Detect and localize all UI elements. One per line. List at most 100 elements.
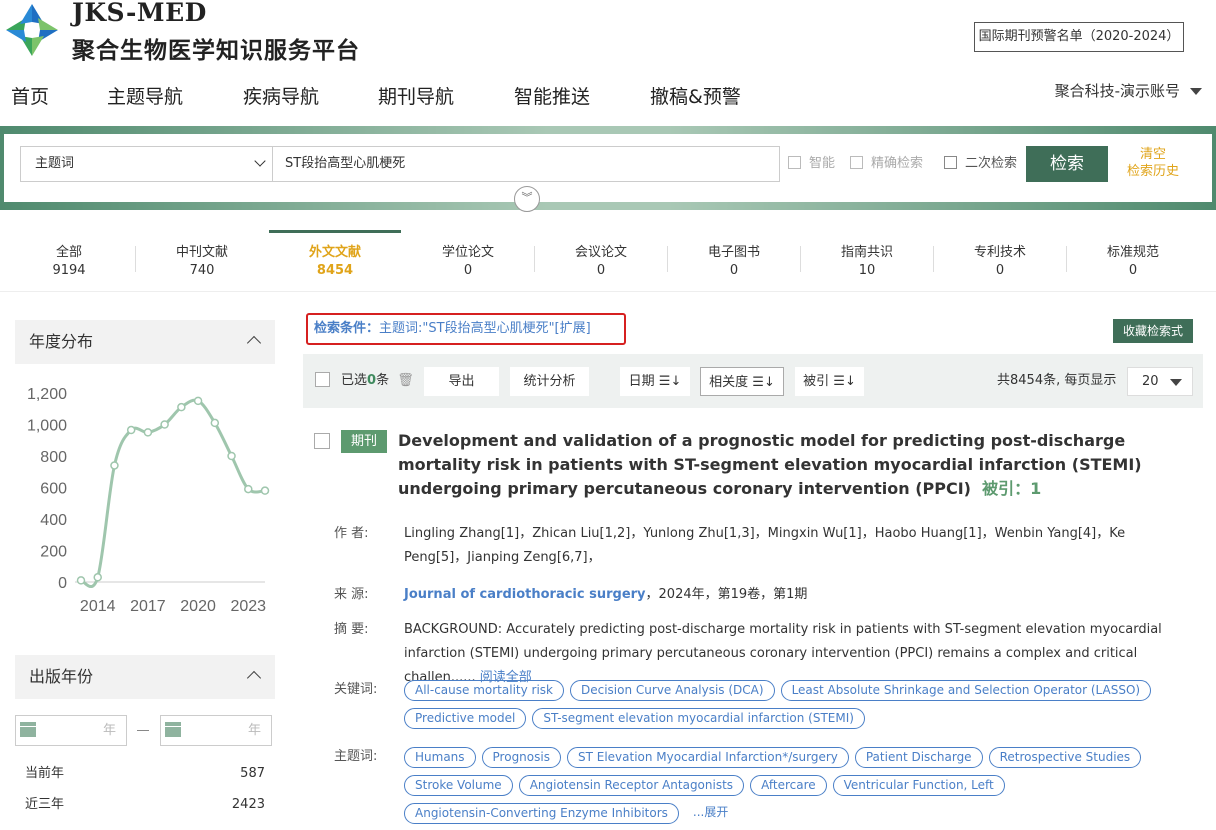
y-tick-label: 200 (40, 544, 67, 561)
tab-standards[interactable]: 标准规范 0 (1067, 230, 1199, 292)
abstract-label: 摘 要: (334, 622, 369, 637)
keyword-tag[interactable]: Least Absolute Shrinkage and Selection O… (780, 680, 1152, 701)
sort-cited-button[interactable]: 被引 ☰↓ (795, 367, 864, 396)
data-point (160, 420, 169, 429)
range-last-three-years[interactable]: 近三年 2423 (25, 796, 265, 814)
tab-guidelines[interactable]: 指南共识 10 (801, 230, 933, 292)
account-menu[interactable]: 聚合科技-演示账号 (1055, 80, 1202, 102)
publication-year-header[interactable]: 出版年份 (15, 655, 275, 699)
nav-journal[interactable]: 期刊导航 (378, 80, 454, 114)
checkbox-icon (788, 156, 801, 169)
selected-prefix: 已选 (341, 373, 368, 388)
expand-search-icon[interactable]: ︾ (514, 186, 540, 212)
subject-tag[interactable]: Humans (404, 747, 476, 768)
page-size-value: 20 (1142, 374, 1159, 389)
search-band: 主题词 ST段抬高型心肌梗死 智能 精确检索 二次检索 检索 清空 检索历史 ︾ (0, 126, 1216, 212)
option-smart-label: 智能 (809, 156, 836, 171)
condition-value: 主题词:"ST段抬高型心肌梗死"[扩展] (379, 321, 591, 336)
subject-tag[interactable]: Ventricular Function, Left (832, 775, 1005, 796)
save-query-button[interactable]: 收藏检索式 (1113, 319, 1193, 343)
tab-patents[interactable]: 专利技术 0 (934, 230, 1066, 292)
nav-topic[interactable]: 主题导航 (107, 80, 183, 114)
series-line (80, 398, 266, 588)
year-distribution-title: 年度分布 (29, 332, 94, 351)
sort-relevance-button[interactable]: 相关度 ☰↓ (700, 367, 784, 396)
journal-warning-list-button[interactable]: 国际期刊预警名单（2020-2024） (974, 22, 1184, 52)
x-tick-label: 2020 (180, 598, 216, 615)
keyword-tag[interactable]: Decision Curve Analysis (DCA) (570, 680, 775, 701)
option-smart[interactable]: 智能 (788, 154, 835, 174)
data-point (210, 418, 220, 428)
keyword-tag[interactable]: All-cause mortality risk (404, 680, 564, 701)
chevron-up-icon (246, 335, 262, 351)
subject-tag[interactable]: Angiotensin Receptor Antagonists (518, 775, 745, 796)
page-size-select[interactable]: 20 (1127, 367, 1193, 396)
year-distribution-chart: 0 200 400 600 800 1,000 1,200 2014 2017 2020 2023 (27, 386, 270, 615)
journal-link[interactable]: Journal of cardiothoracic surgery (404, 587, 646, 602)
search-field-value: 主题词 (35, 156, 75, 171)
subject-tag[interactable]: Prognosis (481, 747, 561, 768)
subject-tag[interactable]: Patient Discharge (854, 747, 983, 768)
select-all-checkbox[interactable] (315, 372, 330, 387)
tab-count: 9194 (52, 263, 86, 278)
tab-label: 专利技术 (973, 245, 1026, 260)
nav-home[interactable]: 首页 (11, 80, 49, 114)
tab-ebooks[interactable]: 电子图书 0 (668, 230, 800, 292)
calendar-icon (20, 722, 36, 737)
data-point (227, 451, 236, 461)
range-count: 587 (240, 766, 265, 781)
tab-chinese-journals[interactable]: 中刊文献 740 (136, 230, 268, 292)
option-exact[interactable]: 精确检索 (850, 154, 923, 174)
article-title[interactable]: Development and validation of a prognost… (398, 429, 1188, 501)
cited-count[interactable]: 被引：1 (982, 479, 1041, 498)
tab-label: 电子图书 (707, 245, 760, 260)
subject-tag[interactable]: Angiotensin-Converting Enzyme Inhibitors (404, 803, 679, 824)
caret-down-icon (1190, 88, 1202, 95)
year-from-input[interactable]: 年 (15, 715, 127, 746)
tab-divider (135, 246, 136, 272)
search-field-select[interactable]: 主题词 (20, 146, 272, 182)
brand-name-cn: 聚合生物医学知识服务平台 (72, 37, 360, 64)
subject-tag[interactable]: ST Elevation Myocardial Infarction*/surg… (566, 747, 849, 768)
article-checkbox[interactable] (314, 433, 330, 449)
keyword-tag[interactable]: ST-segment elevation myocardial infarcti… (532, 708, 865, 729)
caret-down-icon (1170, 379, 1182, 386)
search-button[interactable]: 检索 (1026, 146, 1108, 182)
range-current-year[interactable]: 当前年 587 (25, 765, 265, 783)
keyword-tag[interactable]: Predictive model (404, 708, 527, 729)
nav-disease[interactable]: 疾病导航 (243, 80, 319, 114)
subject-tag[interactable]: Retrospective Studies (988, 747, 1142, 768)
tab-count: 740 (189, 263, 215, 278)
tab-count: 0 (729, 263, 739, 278)
tab-conference[interactable]: 会议论文 0 (535, 230, 667, 292)
nav-smart-push[interactable]: 智能推送 (514, 80, 590, 114)
source: Journal of cardiothoracic surgery，2024年，… (404, 583, 1190, 607)
search-input[interactable]: ST段抬高型心肌梗死 (272, 146, 780, 182)
export-button[interactable]: 导出 (424, 367, 499, 396)
chevron-down-icon (254, 155, 266, 167)
tab-divider (534, 246, 535, 272)
results-toolbar: 已选0条 🗑 导出 统计分析 日期 ☰↓ 相关度 ☰↓ 被引 ☰↓ 共8454条… (303, 354, 1203, 408)
clear-history-link[interactable]: 清空 检索历史 (1122, 146, 1184, 180)
tab-divider (667, 246, 668, 272)
checkbox-icon (944, 156, 957, 169)
sort-date-button[interactable]: 日期 ☰↓ (620, 367, 690, 396)
condition-label: 检索条件： (314, 321, 380, 336)
data-point (93, 573, 102, 582)
subject-tag[interactable]: Aftercare (750, 775, 827, 796)
brand-name-en: JKS-MED (72, 0, 207, 27)
tab-all[interactable]: 全部 9194 (3, 230, 135, 292)
tab-foreign-literature[interactable]: 外文文献 8454 (269, 230, 401, 292)
year-distribution-header[interactable]: 年度分布 (15, 320, 275, 364)
y-tick-label: 600 (40, 481, 67, 498)
clear-history-line1: 清空 (1139, 147, 1166, 162)
tab-theses[interactable]: 学位论文 0 (402, 230, 534, 292)
subject-tag[interactable]: Stroke Volume (404, 775, 513, 796)
stats-button[interactable]: 统计分析 (510, 367, 589, 396)
nav-retraction[interactable]: 撤稿&预警 (650, 80, 741, 114)
trash-icon[interactable]: 🗑 (397, 373, 414, 388)
tab-label: 外文文献 (308, 245, 361, 260)
tab-divider (800, 246, 801, 272)
option-secondary[interactable]: 二次检索 (944, 154, 1017, 174)
year-to-input[interactable]: 年 (160, 715, 272, 746)
